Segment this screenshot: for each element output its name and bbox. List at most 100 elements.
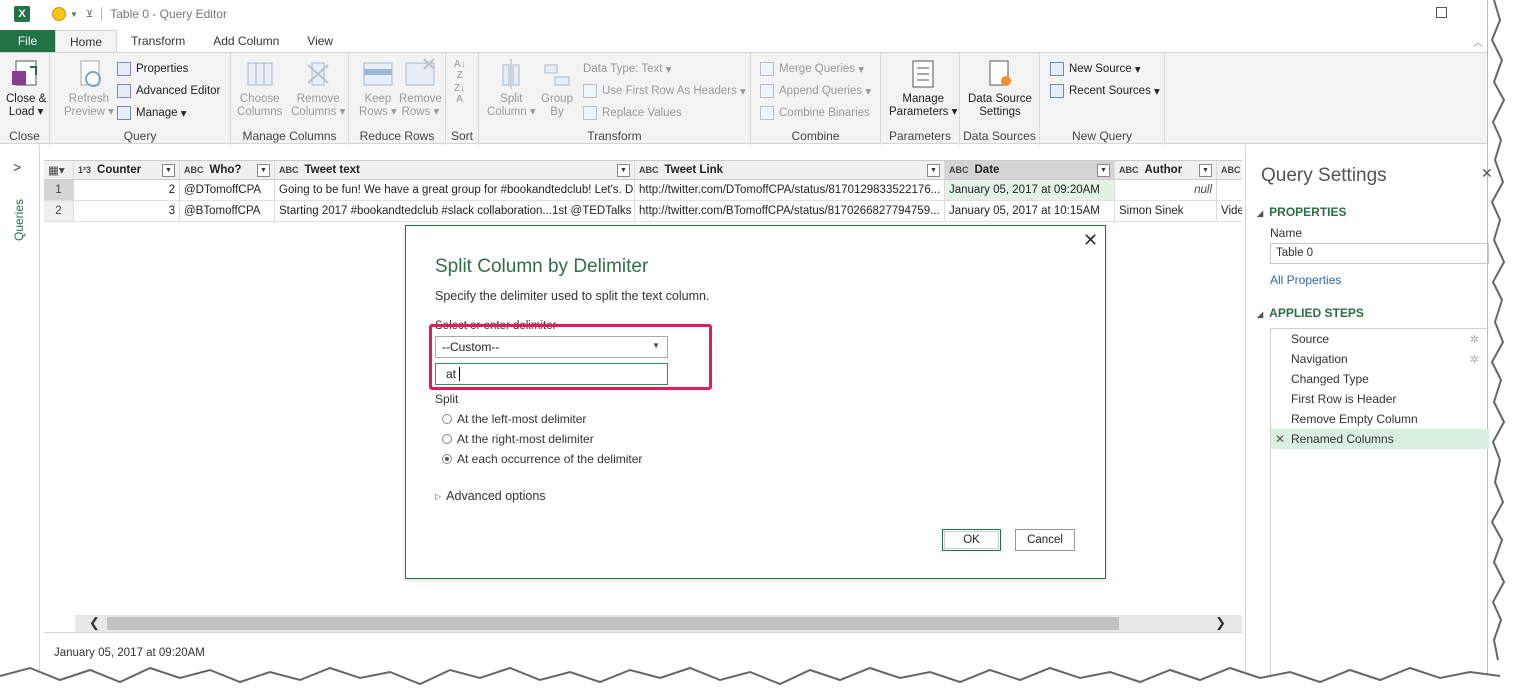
recent-sources-button[interactable]: Recent Sources ▾ xyxy=(1050,82,1160,100)
step-navigation[interactable]: Navigation ✲ xyxy=(1271,349,1489,369)
ok-button[interactable]: OK xyxy=(942,529,1001,551)
cell-counter[interactable]: 3 xyxy=(74,201,180,221)
radio-right-most[interactable]: At the right-most delimiter xyxy=(442,432,594,446)
filter-dropdown-icon[interactable]: ▼ xyxy=(617,163,630,177)
radio-button[interactable] xyxy=(442,414,452,424)
radio-left-most[interactable]: At the left-most delimiter xyxy=(442,412,586,426)
step-remove-empty-column[interactable]: Remove Empty Column xyxy=(1271,409,1489,429)
advanced-options-toggle[interactable]: ▷ Advanced options xyxy=(435,489,546,503)
maximize-icon[interactable] xyxy=(1436,7,1447,18)
cell-tweet-text[interactable]: Going to be fun! We have a great group f… xyxy=(275,180,635,200)
row-number[interactable]: 1 xyxy=(44,180,74,200)
step-changed-type[interactable]: Changed Type xyxy=(1271,369,1489,389)
collapse-icon[interactable]: ◢ xyxy=(1257,310,1263,319)
properties-section[interactable]: ◢ PROPERTIES xyxy=(1257,205,1347,219)
keep-rows-button[interactable]: Keep Rows ▾ xyxy=(359,57,397,119)
type-icon[interactable]: ABC xyxy=(184,165,204,175)
column-header-counter[interactable]: 1²3 Counter ▼ xyxy=(74,161,180,179)
collapse-ribbon-icon[interactable]: ︿ xyxy=(1473,34,1483,49)
filter-dropdown-icon[interactable]: ▼ xyxy=(162,163,175,177)
manage-parameters-button[interactable]: Manage Parameters ▾ xyxy=(889,57,957,119)
cell-partial[interactable]: Vide xyxy=(1217,201,1242,221)
cell-date-selected[interactable]: January 05, 2017 at 09:20AM xyxy=(945,180,1115,200)
properties-button[interactable]: Properties xyxy=(117,60,188,78)
merge-queries-button[interactable]: Merge Queries ▾ xyxy=(760,60,864,78)
applied-steps-section[interactable]: ◢ APPLIED STEPS xyxy=(1257,306,1364,320)
type-icon[interactable]: ABC xyxy=(1221,165,1241,175)
column-header-author[interactable]: ABC Author ▼ xyxy=(1115,161,1217,179)
data-type-dropdown[interactable]: Data Type: Text ▾ xyxy=(583,60,671,78)
close-load-button[interactable]: Close & Load ▾ xyxy=(6,57,46,119)
scrollbar-thumb[interactable] xyxy=(107,617,1119,630)
feedback-dropdown-icon[interactable]: ▼ xyxy=(70,10,78,19)
close-icon[interactable]: ✕ xyxy=(1083,230,1098,251)
step-first-row-is-header[interactable]: First Row is Header xyxy=(1271,389,1489,409)
column-header-partial[interactable]: ABC xyxy=(1217,161,1242,179)
remove-columns-button[interactable]: Remove Columns ▾ xyxy=(291,57,345,119)
all-properties-link[interactable]: All Properties xyxy=(1270,273,1341,287)
cell-tweet-link[interactable]: http://twitter.com/BTomoffCPA/status/817… xyxy=(635,201,945,221)
tab-view[interactable]: View xyxy=(293,30,347,52)
type-icon[interactable]: 1²3 xyxy=(78,165,91,175)
step-renamed-columns[interactable]: ✕ Renamed Columns xyxy=(1271,429,1489,449)
filter-dropdown-icon[interactable]: ▼ xyxy=(927,163,940,177)
type-icon[interactable]: ABC xyxy=(639,165,659,175)
cancel-button[interactable]: Cancel xyxy=(1015,529,1075,551)
append-queries-button[interactable]: Append Queries ▾ xyxy=(760,82,871,100)
combine-binaries-button[interactable]: Combine Binaries xyxy=(760,104,870,122)
column-header-tweet-text[interactable]: ABC Tweet text ▼ xyxy=(275,161,635,179)
collapse-icon[interactable]: ◢ xyxy=(1257,209,1263,218)
type-icon[interactable]: ABC xyxy=(1119,165,1139,175)
tab-transform[interactable]: Transform xyxy=(117,30,199,52)
delete-step-icon[interactable]: ✕ xyxy=(1275,432,1285,446)
radio-each-occurrence[interactable]: At each occurrence of the delimiter xyxy=(442,452,642,466)
cell-who[interactable]: @BTomoffCPA xyxy=(180,201,275,221)
use-first-row-as-headers-button[interactable]: Use First Row As Headers ▾ xyxy=(583,82,746,100)
new-source-button[interactable]: New Source ▾ xyxy=(1050,60,1141,78)
column-header-tweet-link[interactable]: ABC Tweet Link ▼ xyxy=(635,161,945,179)
query-name-field[interactable]: Table 0 xyxy=(1270,243,1489,264)
cell-counter[interactable]: 2 xyxy=(74,180,180,200)
table-menu-icon[interactable]: ▦▾ xyxy=(44,161,74,179)
refresh-preview-button[interactable]: Refresh Preview ▾ xyxy=(64,57,114,119)
sort-descending-button[interactable]: Z↓ A xyxy=(454,83,465,105)
cell-tweet-text[interactable]: Starting 2017 #bookandtedclub #slack col… xyxy=(275,201,635,221)
gear-icon[interactable]: ✲ xyxy=(1470,333,1479,346)
gear-icon[interactable]: ✲ xyxy=(1470,353,1479,366)
table-row[interactable]: 2 3 @BTomoffCPA Starting 2017 #bookandte… xyxy=(44,201,1242,222)
expand-queries-icon[interactable]: > xyxy=(13,159,21,175)
cell-author[interactable]: Simon Sinek xyxy=(1115,201,1217,221)
split-column-button[interactable]: Split Column ▾ xyxy=(487,57,536,119)
radio-button-selected[interactable] xyxy=(442,454,452,464)
choose-columns-button[interactable]: Choose Columns xyxy=(237,57,282,119)
radio-button[interactable] xyxy=(442,434,452,444)
scroll-left-icon[interactable]: ❮ xyxy=(89,615,100,631)
cell-author[interactable]: null xyxy=(1115,180,1217,200)
type-icon[interactable]: ABC xyxy=(279,165,299,175)
group-by-button[interactable]: Group By xyxy=(541,57,573,119)
sort-ascending-button[interactable]: A↓ Z xyxy=(454,59,466,81)
row-number[interactable]: 2 xyxy=(44,201,74,221)
filter-dropdown-icon[interactable]: ▼ xyxy=(1199,163,1212,177)
queries-pane-label[interactable]: Queries xyxy=(12,181,26,241)
manage-button[interactable]: Manage ▾ xyxy=(117,104,187,122)
filter-dropdown-icon[interactable]: ▼ xyxy=(257,163,270,177)
column-header-who[interactable]: ABC Who? ▼ xyxy=(180,161,275,179)
tab-file[interactable]: File xyxy=(0,30,55,52)
advanced-editor-button[interactable]: Advanced Editor xyxy=(117,82,220,100)
table-row[interactable]: 1 2 @DTomoffCPA Going to be fun! We have… xyxy=(44,180,1242,201)
smiley-feedback-icon[interactable] xyxy=(52,7,66,21)
customize-toolbar-icon[interactable]: ⊻ xyxy=(86,9,93,20)
data-source-settings-button[interactable]: Data Source Settings xyxy=(968,57,1032,119)
column-header-date[interactable]: ABC Date ▼ xyxy=(945,161,1115,179)
type-icon[interactable]: ABC xyxy=(949,165,969,175)
cell-partial[interactable] xyxy=(1217,180,1242,200)
step-source[interactable]: Source ✲ xyxy=(1271,329,1489,349)
replace-values-button[interactable]: Replace Values xyxy=(583,104,682,122)
cell-who[interactable]: @DTomoffCPA xyxy=(180,180,275,200)
remove-rows-button[interactable]: Remove Rows ▾ xyxy=(399,57,442,119)
filter-dropdown-icon[interactable]: ▼ xyxy=(1097,163,1110,177)
cell-date[interactable]: January 05, 2017 at 10:15AM xyxy=(945,201,1115,221)
cell-tweet-link[interactable]: http://twitter.com/DTomoffCPA/status/817… xyxy=(635,180,945,200)
scroll-right-icon[interactable]: ❯ xyxy=(1215,615,1226,631)
